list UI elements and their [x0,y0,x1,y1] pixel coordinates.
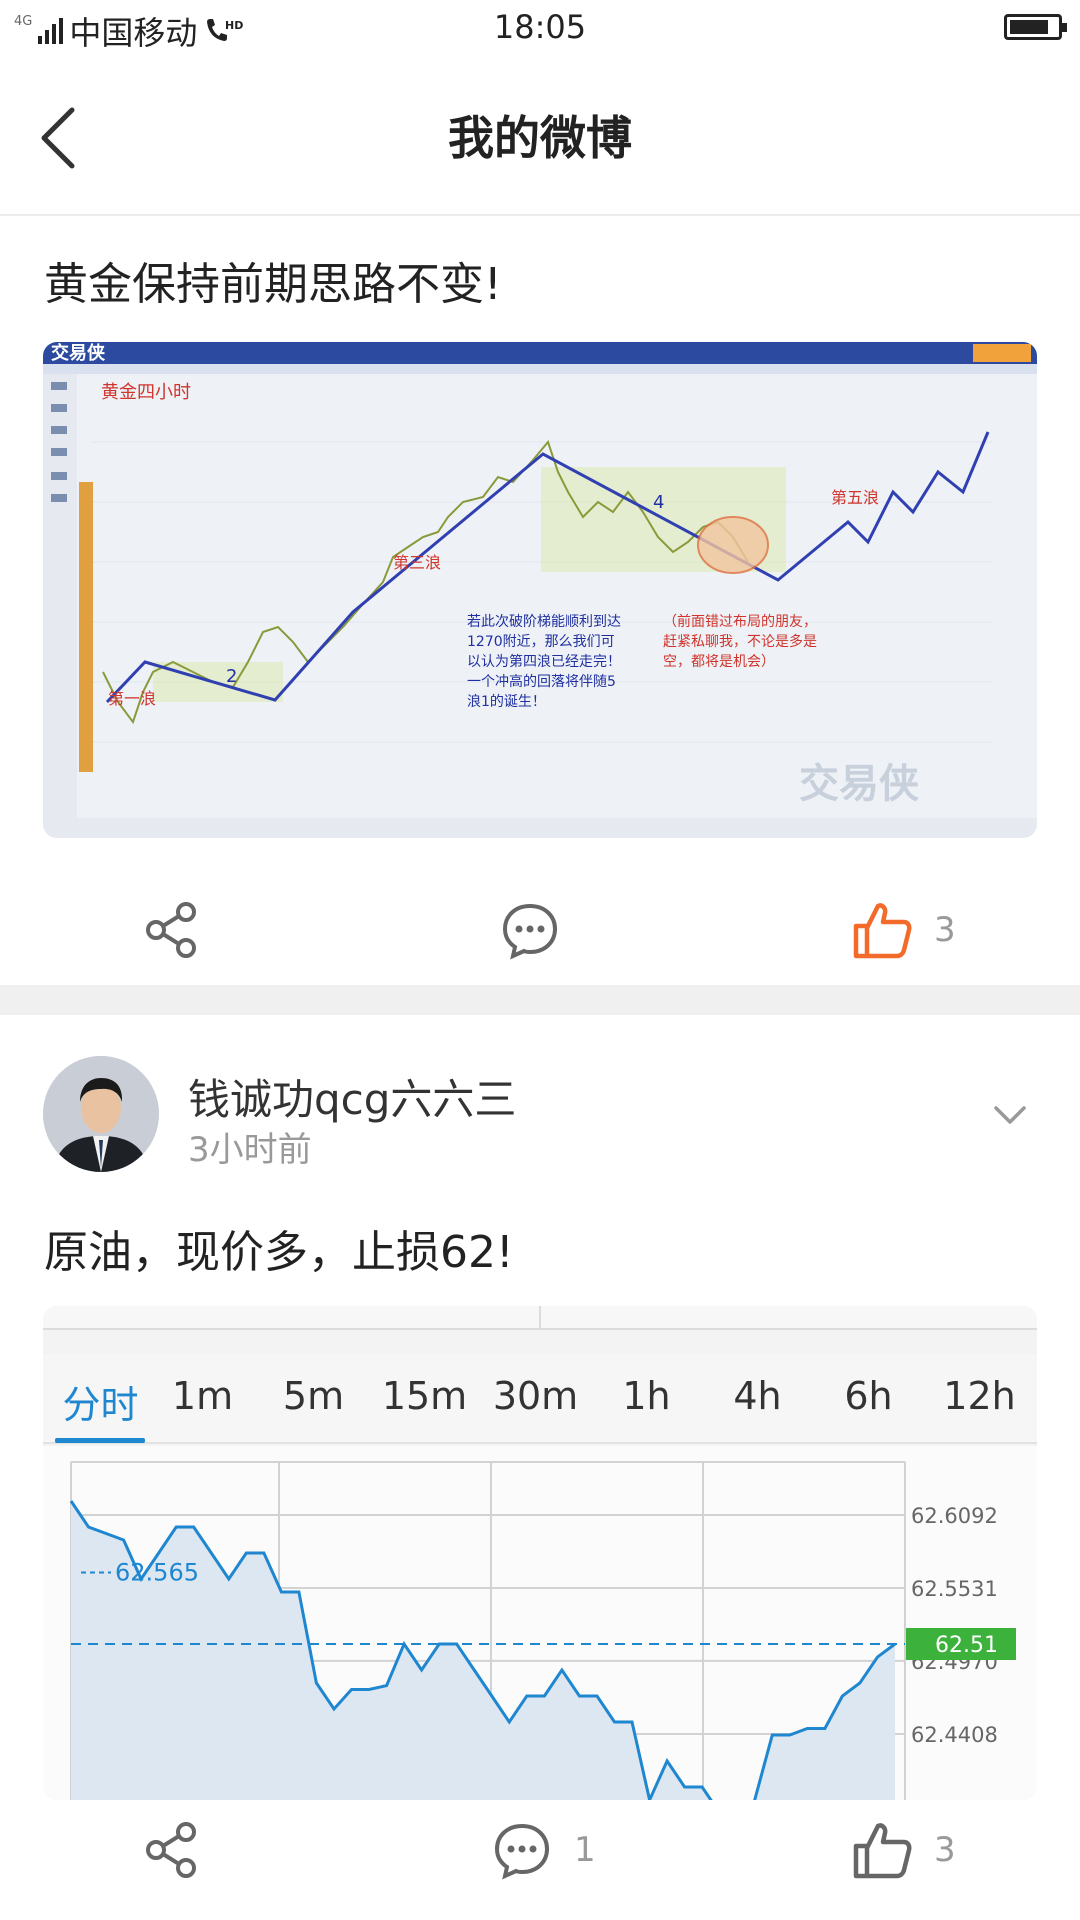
svg-text:若此次破阶梯能顺利到达: 若此次破阶梯能顺利到达 [467,614,621,630]
post-image[interactable]: 交易侠 黄金四小时 第一浪 2 第三浪 4 第五浪 若此次破阶梯能顺利到达 12… [43,342,1037,838]
quote-card[interactable]: 分时 1m 5m 15m 30m 1h 4h 6h 12h 62.565 62.… [43,1306,1037,1800]
share-button[interactable] [142,1820,202,1880]
tab-5m[interactable]: 5m [258,1374,369,1418]
avatar-image [43,1056,159,1172]
share-icon [146,902,196,958]
price-axis-label: 62.4408 [911,1723,998,1747]
chevron-down-icon [994,1106,1026,1124]
comment-button[interactable] [500,900,560,960]
avatar[interactable] [43,1056,159,1172]
tab-fenshi[interactable]: 分时 [45,1374,156,1429]
svg-text:交易侠: 交易侠 [799,761,920,807]
share-icon [146,1822,196,1878]
like-count: 3 [934,910,956,950]
svg-text:第三浪: 第三浪 [393,553,441,572]
author-name[interactable]: 钱诚功qcg六六三 [188,1066,516,1127]
tab-1h[interactable]: 1h [591,1374,702,1418]
tab-1m[interactable]: 1m [147,1374,258,1418]
post2-actions: 1 3 [0,1800,1080,1910]
svg-text:以认为第四浪已经走完！: 以认为第四浪已经走完！ [467,653,621,670]
comment-icon [502,903,558,960]
svg-text:4: 4 [653,492,664,513]
svg-text:一个冲高的回落将伴随5: 一个冲高的回落将伴随5 [467,673,616,690]
post-menu-button[interactable] [990,1100,1030,1130]
post1-actions: 3 [0,880,1080,990]
svg-text:交易侠: 交易侠 [51,342,106,364]
price-axis-labels: 62.609262.553162.497062.4408 [911,1504,998,1747]
share-button[interactable] [142,900,202,960]
thumbs-up-icon [853,1823,912,1879]
svg-text:1270附近，那么我们可: 1270附近，那么我们可 [467,634,615,650]
tab-12h[interactable]: 12h [924,1374,1035,1418]
svg-text:黄金四小时: 黄金四小时 [101,382,191,403]
price-axis-label: 62.5531 [911,1577,998,1601]
price-chart-svg: 62.565 62.609262.553162.497062.4408 62.5… [69,1461,1016,1800]
quote-separator [43,1328,1037,1330]
price-area [71,1501,895,1800]
feed-divider [0,985,1080,1015]
gold-chart-image: 交易侠 黄金四小时 第一浪 2 第三浪 4 第五浪 若此次破阶梯能顺利到达 12… [43,342,1037,838]
like-button[interactable]: 3 [852,900,956,960]
comment-button[interactable]: 1 [492,1820,596,1880]
open-price-label: 62.565 [115,1559,199,1587]
like-count: 3 [934,1830,956,1870]
thumbs-up-icon [853,903,912,959]
svg-text:浪1的诞生！: 浪1的诞生！ [467,694,546,710]
svg-text:2: 2 [226,666,237,687]
svg-text:第五浪: 第五浪 [831,488,879,507]
quote-header-divider [539,1306,541,1328]
price-axis-label: 62.6092 [911,1504,998,1528]
status-bar: 4G 中国移动 HD 18:05 [0,0,1080,58]
svg-text:空，都将是机会）: 空，都将是机会） [663,654,775,670]
tab-15m[interactable]: 15m [369,1374,480,1418]
timeframe-tabs: 分时 1m 5m 15m 30m 1h 4h 6h 12h [43,1354,1037,1444]
like-button[interactable]: 3 [852,1820,956,1880]
svg-text:（前面错过布局的朋友，: （前面错过布局的朋友， [663,613,817,630]
post-time: 3小时前 [188,1130,312,1170]
tab-4h[interactable]: 4h [702,1374,813,1418]
comment-icon [494,1823,550,1880]
price-chart[interactable]: 62.565 62.6092 62.5531 62.4970 62.4408 62.5… [43,1446,1037,1800]
current-price-text: 62.51 [935,1633,998,1658]
tab-6h[interactable]: 6h [813,1374,924,1418]
svg-text:第一浪: 第一浪 [108,689,156,708]
battery-icon [1004,14,1067,40]
status-time: 18:05 [493,8,587,46]
top-nav: 我的微博 [0,58,1080,216]
page-title: 我的微博 [448,111,632,165]
active-tab-indicator [55,1438,145,1443]
post-text[interactable]: 黄金保持前期思路不变! [44,248,502,312]
tab-30m[interactable]: 30m [480,1374,591,1418]
post-text[interactable]: 原油，现价多，止损62! [44,1216,514,1280]
svg-text:赶紧私聊我，不论是多是: 赶紧私聊我，不论是多是 [663,633,817,650]
comment-count: 1 [574,1830,596,1870]
